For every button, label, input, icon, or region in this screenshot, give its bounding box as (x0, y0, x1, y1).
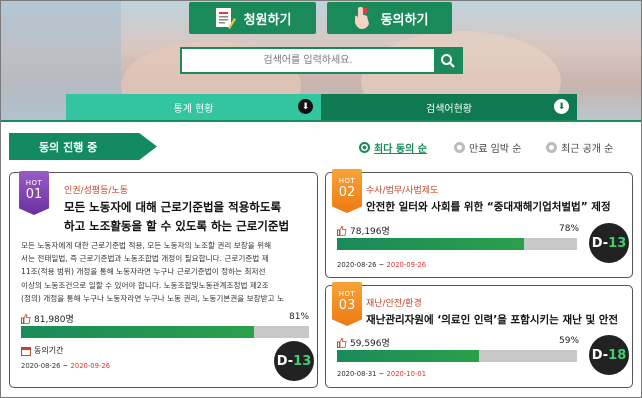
window-frame (0, 0, 642, 398)
